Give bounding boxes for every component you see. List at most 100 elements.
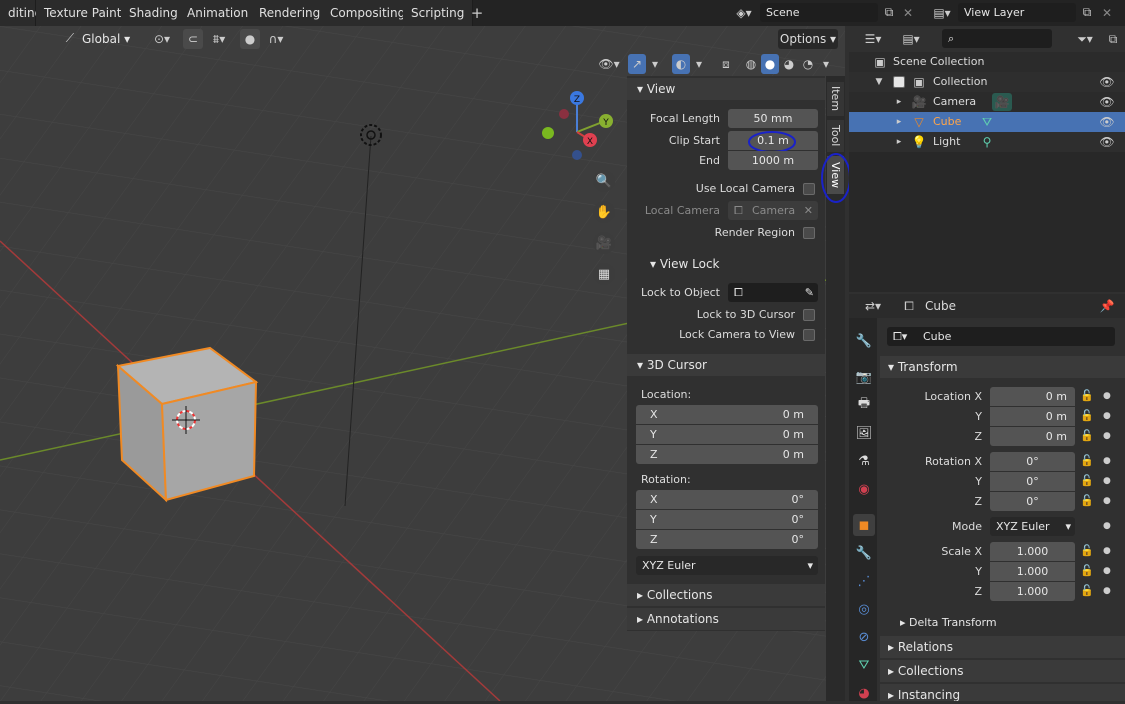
proportional-edit-icon[interactable]: ● — [240, 29, 260, 49]
cursor-rotation-x-field[interactable]: X 0° — [636, 490, 818, 509]
perspective-grid-icon[interactable]: ▦ — [593, 263, 615, 285]
close-view-layer-icon[interactable]: ✕ — [1098, 3, 1116, 22]
camera-eye-icon[interactable]: 👁 — [1098, 93, 1116, 111]
snap-icon[interactable]: ⊂ — [183, 29, 203, 49]
lock-icon[interactable]: 🔓 — [1080, 584, 1094, 597]
keyframe-dot-icon[interactable]: ● — [1103, 496, 1111, 506]
collection-checkbox[interactable] — [893, 76, 905, 88]
lock-icon[interactable]: 🔓 — [1080, 474, 1094, 487]
wireframe-shading-icon[interactable]: ◍ — [742, 54, 760, 74]
expand-light-icon[interactable]: ▸ — [894, 133, 904, 151]
display-mode-icon[interactable]: ▤▾ — [896, 29, 926, 49]
object-props-icon[interactable]: ◼ — [853, 514, 875, 536]
cursor-rotation-y-field[interactable]: Y 0° — [636, 510, 818, 529]
camera-view-icon[interactable]: 🎥 — [593, 232, 615, 254]
instancing-header[interactable]: ▸ Instancing — [880, 684, 1125, 701]
scale-z-field[interactable]: 1.000 — [990, 582, 1075, 601]
xray-icon[interactable]: ⧈ — [717, 54, 735, 74]
tab-shading[interactable]: Shading — [121, 0, 187, 26]
shading-dropdown-icon[interactable]: ▾ — [818, 54, 834, 74]
keyframe-dot-icon[interactable]: ● — [1103, 391, 1111, 401]
collection-eye-icon[interactable]: 👁 — [1098, 73, 1116, 91]
npanel-tab-tool[interactable]: Tool — [827, 120, 844, 152]
new-collection-icon[interactable]: ⧉ — [1104, 29, 1122, 49]
lock-icon[interactable]: 🔓 — [1080, 409, 1094, 422]
gizmo-dropdown-icon[interactable]: ▾ — [647, 54, 663, 74]
zoom-icon[interactable]: 🔍 — [593, 170, 615, 192]
copy-view-layer-icon[interactable]: ⧉ — [1078, 3, 1096, 22]
mesh-data-icon[interactable]: ⛛ — [978, 113, 996, 131]
keyframe-dot-icon[interactable]: ● — [1103, 546, 1111, 556]
3d-cursor-panel-header[interactable]: ▾ 3D Cursor — [627, 354, 825, 376]
world-props-icon[interactable]: ◉ — [853, 478, 875, 500]
tab-rendering[interactable]: Rendering — [251, 0, 330, 26]
outliner-cube[interactable]: Cube — [933, 113, 961, 131]
transform-panel-header[interactable]: ▾ Transform — [880, 356, 1125, 378]
outliner-camera[interactable]: Camera — [933, 93, 976, 111]
npanel-tab-item[interactable]: Item — [827, 82, 844, 116]
light-data-icon[interactable]: ⚲ — [978, 133, 996, 151]
view-lock-header[interactable]: ▾ View Lock — [640, 253, 825, 275]
rotation-x-field[interactable]: 0° — [990, 452, 1075, 471]
tool-props-icon[interactable]: 🔧 — [853, 330, 875, 352]
filter-icon[interactable]: ⏷▾ — [1070, 29, 1100, 49]
solid-shading-icon[interactable]: ● — [761, 54, 779, 74]
physics-props-icon[interactable]: ◎ — [853, 598, 875, 620]
add-workspace-icon[interactable]: + — [468, 4, 486, 22]
pan-hand-icon[interactable]: ✋ — [593, 201, 615, 223]
lock-icon[interactable]: 🔓 — [1080, 494, 1094, 507]
cursor-location-z-field[interactable]: Z0 m — [636, 445, 818, 464]
focal-length-field[interactable]: 50 mm — [728, 109, 818, 128]
cursor-location-x-field[interactable]: X0 m — [636, 405, 818, 424]
output-props-icon[interactable]: 🖶 — [853, 394, 875, 416]
lock-icon[interactable]: 🔓 — [1080, 429, 1094, 442]
lock-icon[interactable]: 🔓 — [1080, 389, 1094, 402]
delta-transform-header[interactable]: ▸ Delta Transform — [896, 612, 1125, 634]
camera-data-icon[interactable]: 🎥 — [992, 93, 1012, 111]
modifier-props-icon[interactable]: 🔧 — [853, 542, 875, 564]
scale-x-field[interactable]: 1.000 — [990, 542, 1075, 561]
scene-props-icon[interactable]: ⚗ — [853, 450, 875, 472]
outliner-search-input[interactable]: ⌕ — [942, 29, 1052, 48]
keyframe-dot-icon[interactable]: ● — [1103, 411, 1111, 421]
npanel-collections-header[interactable]: ▸ Collections — [627, 584, 825, 606]
view-panel-header[interactable]: ▾ View — [627, 78, 825, 100]
particles-props-icon[interactable]: ⋰ — [853, 570, 875, 592]
lock-to-3d-cursor-checkbox[interactable] — [803, 309, 815, 321]
editor-type-icon[interactable]: ☰▾ — [858, 29, 888, 49]
lock-to-object-field[interactable]: ⧠ ✎ — [728, 283, 818, 302]
lock-camera-to-view-checkbox[interactable] — [803, 329, 815, 341]
keyframe-dot-icon[interactable]: ● — [1103, 521, 1111, 531]
tab-compositing[interactable]: Compositing — [322, 0, 415, 26]
cursor-location-y-field[interactable]: Y0 m — [636, 425, 818, 444]
render-props-icon[interactable]: 📷 — [853, 366, 875, 388]
outliner-collection[interactable]: Collection — [933, 73, 987, 91]
clip-end-field[interactable]: 1000 m — [728, 151, 818, 170]
outliner-scene-collection[interactable]: Scene Collection — [893, 53, 984, 71]
gizmo-toggle-icon[interactable]: ↗ — [628, 54, 646, 74]
material-shading-icon[interactable]: ◕ — [780, 54, 798, 74]
lock-icon[interactable]: 🔓 — [1080, 564, 1094, 577]
scale-y-field[interactable]: 1.000 — [990, 562, 1075, 581]
pin-icon[interactable]: 📌 — [1098, 296, 1116, 316]
keyframe-dot-icon[interactable]: ● — [1103, 456, 1111, 466]
location-y-field[interactable]: 0 m — [990, 407, 1075, 426]
view-layer-field[interactable]: View Layer — [958, 3, 1076, 22]
collections-header[interactable]: ▸ Collections — [880, 660, 1125, 682]
lock-icon[interactable]: 🔓 — [1080, 544, 1094, 557]
transform-orientation-dropdown[interactable]: Global ▾ — [82, 29, 142, 49]
properties-editor-type-icon[interactable]: ⇄▾ — [858, 296, 888, 316]
options-dropdown[interactable]: Options ▾ — [778, 29, 838, 49]
mesh-data-props-icon[interactable]: ⛛ — [853, 654, 875, 676]
rotation-z-field[interactable]: 0° — [990, 492, 1075, 511]
expand-camera-icon[interactable]: ▸ — [894, 93, 904, 111]
use-local-camera-checkbox[interactable] — [803, 183, 815, 195]
tab-scripting[interactable]: Scripting — [403, 0, 474, 26]
local-camera-field[interactable]: Camera ⧠ ✕ — [728, 201, 818, 220]
view-layer-props-icon[interactable]: 🖼 — [853, 422, 875, 444]
lock-icon[interactable]: 🔓 — [1080, 454, 1094, 467]
keyframe-dot-icon[interactable]: ● — [1103, 431, 1111, 441]
view-layer-icon[interactable]: ▤▾ — [928, 3, 956, 23]
expand-collection-icon[interactable]: ▼ — [874, 73, 884, 91]
snap-target-icon[interactable]: ⩩▾ — [205, 29, 233, 49]
